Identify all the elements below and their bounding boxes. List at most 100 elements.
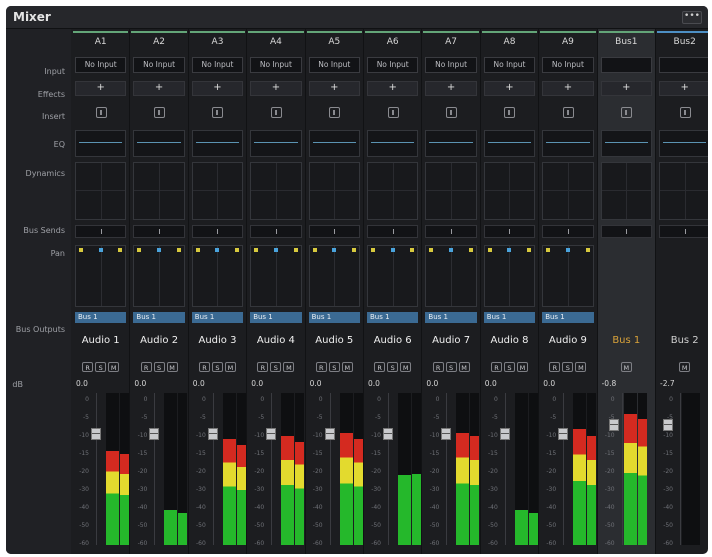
eq-graph[interactable]	[250, 130, 302, 157]
add-effect-button[interactable]: +	[425, 81, 477, 96]
eq-graph[interactable]	[75, 130, 127, 157]
insert-toggle-icon[interactable]	[446, 107, 458, 118]
pan-control[interactable]	[367, 245, 419, 307]
bus-send-button[interactable]	[75, 225, 127, 238]
volume-fader[interactable]	[207, 428, 218, 440]
eq-graph[interactable]	[308, 130, 360, 157]
bus-output-select[interactable]: Bus 1	[133, 312, 185, 323]
eq-graph[interactable]	[191, 130, 244, 157]
eq-graph[interactable]	[367, 130, 419, 157]
volume-fader[interactable]	[663, 419, 673, 431]
dynamics-graph[interactable]	[367, 162, 419, 220]
dynamics-graph[interactable]	[600, 162, 652, 220]
add-effect-button[interactable]: +	[600, 81, 652, 96]
mute-button[interactable]: M	[516, 362, 528, 372]
add-effect-button[interactable]: +	[191, 81, 244, 96]
record-button[interactable]: R	[257, 362, 269, 372]
bus-output-select[interactable]: Bus 1	[483, 312, 536, 323]
record-button[interactable]: R	[374, 362, 386, 372]
bus-send-button[interactable]	[367, 225, 419, 238]
bus-output-select[interactable]: Bus 1	[191, 312, 244, 323]
add-effect-button[interactable]: +	[367, 81, 419, 96]
input-select[interactable]	[600, 57, 652, 73]
mute-button[interactable]: M	[400, 362, 412, 372]
solo-button[interactable]: S	[503, 362, 515, 372]
volume-fader[interactable]	[149, 428, 160, 440]
input-select[interactable]: No Input	[483, 57, 536, 73]
insert-toggle-icon[interactable]	[270, 107, 282, 118]
insert-toggle-icon[interactable]	[621, 107, 633, 118]
volume-fader[interactable]	[383, 428, 393, 440]
pan-control[interactable]	[483, 245, 536, 307]
bus-send-button[interactable]	[308, 225, 360, 238]
record-button[interactable]: R	[140, 362, 152, 372]
pan-control[interactable]	[75, 245, 127, 307]
mute-button[interactable]: M	[283, 362, 295, 372]
mute-button[interactable]: M	[108, 362, 120, 372]
record-button[interactable]: R	[549, 362, 561, 372]
mute-button[interactable]: M	[224, 362, 236, 372]
bus-send-button[interactable]	[425, 225, 477, 238]
solo-button[interactable]: S	[445, 362, 457, 372]
record-button[interactable]: R	[490, 362, 502, 372]
mute-button[interactable]: M	[620, 362, 632, 372]
solo-button[interactable]: S	[562, 362, 574, 372]
eq-graph[interactable]	[425, 130, 477, 157]
dynamics-graph[interactable]	[133, 162, 185, 220]
input-select[interactable]: No Input	[367, 57, 419, 73]
input-select[interactable]	[659, 57, 708, 73]
add-effect-button[interactable]: +	[308, 81, 360, 96]
pan-control[interactable]	[425, 245, 477, 307]
eq-graph[interactable]	[483, 130, 536, 157]
record-button[interactable]: R	[82, 362, 94, 372]
bus-output-select[interactable]: Bus 1	[367, 312, 419, 323]
volume-fader[interactable]	[558, 428, 569, 440]
solo-button[interactable]: S	[153, 362, 165, 372]
pan-control[interactable]	[542, 245, 594, 307]
pan-control[interactable]	[191, 245, 244, 307]
insert-toggle-icon[interactable]	[95, 107, 107, 118]
insert-toggle-icon[interactable]	[504, 107, 516, 118]
input-select[interactable]: No Input	[542, 57, 594, 73]
record-button[interactable]: R	[432, 362, 444, 372]
input-select[interactable]: No Input	[75, 57, 127, 73]
input-select[interactable]: No Input	[133, 57, 185, 73]
insert-toggle-icon[interactable]	[212, 107, 224, 118]
input-select[interactable]: No Input	[425, 57, 477, 73]
bus-send-button[interactable]	[600, 225, 652, 238]
solo-button[interactable]: S	[211, 362, 223, 372]
bus-output-select[interactable]: Bus 1	[75, 312, 127, 323]
solo-button[interactable]: S	[95, 362, 107, 372]
bus-output-select[interactable]: Bus 1	[308, 312, 360, 323]
dynamics-graph[interactable]	[542, 162, 594, 220]
volume-fader[interactable]	[608, 419, 619, 431]
bus-output-select[interactable]: Bus 1	[425, 312, 477, 323]
input-select[interactable]: No Input	[308, 57, 360, 73]
dynamics-graph[interactable]	[483, 162, 536, 220]
mute-button[interactable]: M	[166, 362, 178, 372]
record-button[interactable]: R	[315, 362, 327, 372]
volume-fader[interactable]	[324, 428, 335, 440]
mute-button[interactable]: M	[458, 362, 470, 372]
input-select[interactable]: No Input	[191, 57, 244, 73]
dynamics-graph[interactable]	[75, 162, 127, 220]
insert-toggle-icon[interactable]	[154, 107, 166, 118]
bus-send-button[interactable]	[483, 225, 536, 238]
bus-send-button[interactable]	[133, 225, 185, 238]
ellipsis-icon[interactable]: •••	[682, 11, 702, 24]
insert-toggle-icon[interactable]	[387, 107, 399, 118]
pan-control[interactable]	[308, 245, 360, 307]
dynamics-graph[interactable]	[250, 162, 302, 220]
record-button[interactable]: R	[198, 362, 210, 372]
volume-fader[interactable]	[91, 428, 101, 440]
volume-fader[interactable]	[266, 428, 277, 440]
dynamics-graph[interactable]	[659, 162, 708, 220]
add-effect-button[interactable]: +	[133, 81, 185, 96]
dynamics-graph[interactable]	[191, 162, 244, 220]
insert-toggle-icon[interactable]	[562, 107, 574, 118]
input-select[interactable]: No Input	[250, 57, 302, 73]
eq-graph[interactable]	[600, 130, 652, 157]
bus-output-select[interactable]: Bus 1	[250, 312, 302, 323]
add-effect-button[interactable]: +	[659, 81, 708, 96]
add-effect-button[interactable]: +	[542, 81, 594, 96]
